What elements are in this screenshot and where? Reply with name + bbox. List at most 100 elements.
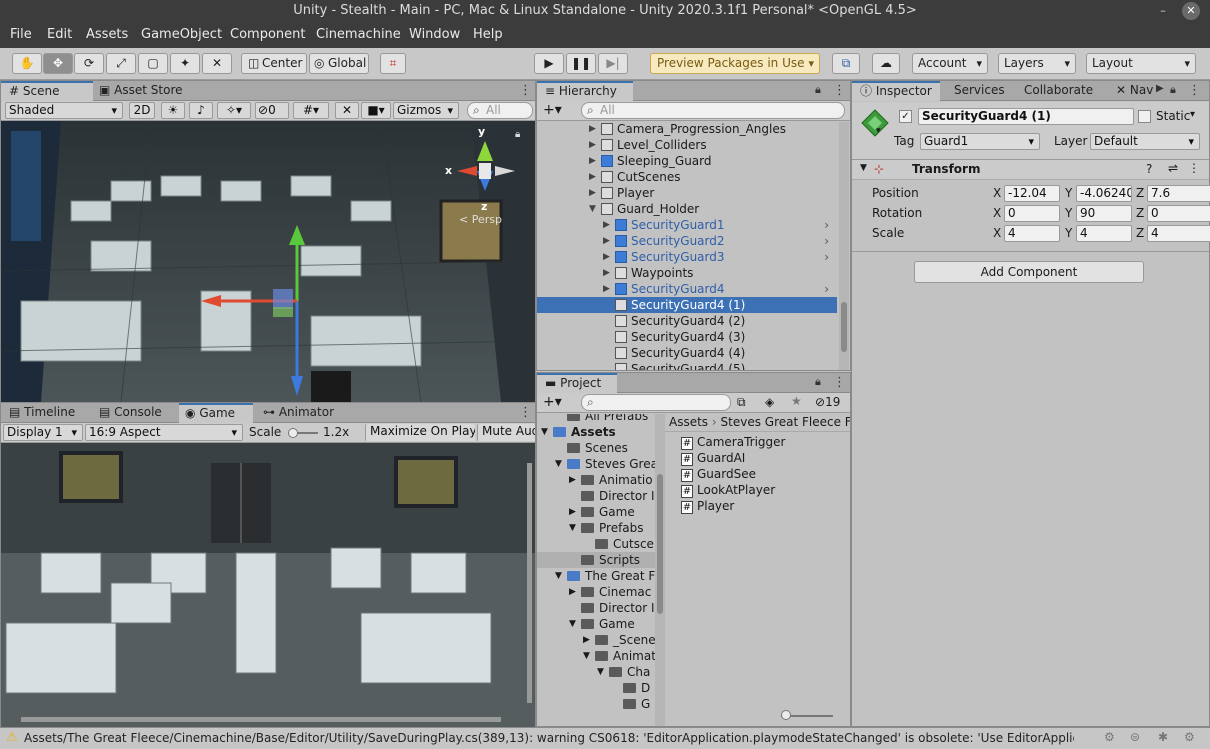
camera-icon[interactable]: ■▾ <box>361 102 391 119</box>
close-button[interactable]: ✕ <box>1182 2 1200 20</box>
layer-dropdown[interactable]: Default <box>1090 133 1200 150</box>
icon-dropdown-arrow[interactable]: ▾ <box>876 126 881 136</box>
position-z-field[interactable]: 7.6 <box>1147 185 1210 202</box>
scale-y-axis-label[interactable]: Y <box>1065 226 1072 240</box>
hand-tool-icon[interactable]: ✋ <box>12 53 42 74</box>
scale-tool-icon[interactable]: ⤢ <box>106 53 136 74</box>
expand-down-arrow-icon[interactable]: ▼ <box>583 648 590 664</box>
position-y-field[interactable]: -4.06240 <box>1076 185 1132 202</box>
hierarchy-search-input[interactable]: ⌕ All <box>581 102 845 119</box>
project-menu-icon[interactable]: ⋮ <box>833 375 846 390</box>
rotation-y-axis-label[interactable]: Y <box>1065 206 1072 220</box>
static-dropdown-icon[interactable]: ▾ <box>1190 109 1195 120</box>
expand-arrow-icon[interactable]: ▶ <box>603 217 610 233</box>
tab-services[interactable]: Services <box>948 81 1012 101</box>
project-folder-item[interactable]: ▶ Game <box>537 504 655 520</box>
project-folder-item[interactable]: G <box>537 696 655 712</box>
expand-arrow-icon[interactable]: ▶ <box>589 137 596 153</box>
prefab-open-chevron-icon[interactable]: › <box>824 233 829 249</box>
tab-timeline[interactable]: ▤ Timeline <box>1 403 89 423</box>
expand-arrow-icon[interactable]: ▶ <box>603 265 610 281</box>
component-menu-icon[interactable]: ⋮ <box>1188 161 1200 175</box>
scale-x-axis-label[interactable]: X <box>993 226 1001 240</box>
hierarchy-item[interactable]: ▶ CutScenes <box>537 169 837 185</box>
project-folder-item[interactable]: ▼ Animat <box>537 648 655 664</box>
menu-assets[interactable]: Assets <box>86 27 128 42</box>
hierarchy-item[interactable]: ▶ SecurityGuard4 › <box>537 281 837 297</box>
project-folder-item[interactable]: Director I <box>537 488 655 504</box>
scene-menu-icon[interactable]: ⋮ <box>519 83 532 98</box>
project-folder-item[interactable]: Scripts <box>537 552 655 568</box>
step-button[interactable]: ▶| <box>598 53 628 74</box>
tab-hierarchy[interactable]: ≡ Hierarchy <box>537 81 633 101</box>
expand-down-arrow-icon[interactable]: ▼ <box>555 568 562 584</box>
tools-icon[interactable]: ✕ <box>335 102 359 119</box>
scale-z-field[interactable]: 4 <box>1147 225 1210 242</box>
hierarchy-item[interactable]: ▼ Guard_Holder <box>537 201 837 217</box>
breadcrumb-assets[interactable]: Assets <box>669 415 708 429</box>
hierarchy-item[interactable]: ▶ Camera_Progression_Angles <box>537 122 837 137</box>
expand-down-arrow-icon[interactable]: ▼ <box>597 664 604 680</box>
transform-header[interactable]: ▼ ⊹ Transform ? ⇌ ⋮ <box>852 160 1209 180</box>
project-folder-item[interactable]: ▶ Cinemac <box>537 584 655 600</box>
tag-dropdown[interactable]: Guard1 <box>920 133 1040 150</box>
game-menu-icon[interactable]: ⋮ <box>519 405 532 420</box>
hierarchy-scrollbar[interactable] <box>839 122 849 370</box>
tab-inspector[interactable]: ⓘ Inspector <box>852 81 940 101</box>
menu-gameobject[interactable]: GameObject <box>141 27 222 42</box>
global-space-button[interactable]: ◎ Global <box>309 53 369 74</box>
tab-game[interactable]: ◉ Game <box>179 403 253 423</box>
rotation-x-axis-label[interactable]: X <box>993 206 1001 220</box>
menu-help[interactable]: Help <box>473 27 503 42</box>
expand-arrow-icon[interactable]: ▶ <box>603 233 610 249</box>
tab-project[interactable]: ▬ Project <box>537 373 617 393</box>
hierarchy-item[interactable]: ▶ SecurityGuard2 › <box>537 233 837 249</box>
position-x-field[interactable]: -12.04 <box>1004 185 1060 202</box>
script-file-item[interactable]: # Player <box>681 498 734 514</box>
debug-mode-icon[interactable]: ✱ <box>1158 730 1168 744</box>
preset-icon[interactable]: ⇌ <box>1168 161 1178 175</box>
lighting-icon[interactable]: ☀ <box>161 102 185 119</box>
prefab-open-chevron-icon[interactable]: › <box>824 249 829 265</box>
project-folder-item[interactable]: ▼ Cha <box>537 664 655 680</box>
scale-y-field[interactable]: 4 <box>1076 225 1132 242</box>
expand-arrow-icon[interactable]: ▶ <box>583 632 590 648</box>
hierarchy-item[interactable]: ▶ Sleeping_Guard <box>537 153 837 169</box>
hierarchy-menu-icon[interactable]: ⋮ <box>833 83 846 98</box>
menu-file[interactable]: File <box>10 27 32 42</box>
scale-x-field[interactable]: 4 <box>1004 225 1060 242</box>
lock-icon[interactable]: 🔒︎ <box>515 129 520 140</box>
rotation-y-field[interactable]: 90 <box>1076 205 1132 222</box>
project-search-input[interactable]: ⌕ <box>581 394 731 411</box>
expand-arrow-icon[interactable]: ▶ <box>569 584 576 600</box>
script-file-item[interactable]: # LookAtPlayer <box>681 482 775 498</box>
inspector-lock-icon[interactable]: 🔒︎ <box>1170 83 1176 97</box>
expand-arrow-icon[interactable]: ▶ <box>589 185 596 201</box>
expand-down-arrow-icon[interactable]: ▼ <box>569 520 576 536</box>
hierarchy-item[interactable]: SecurityGuard4 (4) <box>537 345 837 361</box>
display-dropdown[interactable]: Display 1 <box>3 424 83 441</box>
expand-down-arrow-icon[interactable]: ▼ <box>541 424 548 440</box>
expand-down-arrow-icon[interactable]: ▼ <box>569 616 576 632</box>
auto-generate-icon[interactable]: ⚙ <box>1104 730 1115 744</box>
hierarchy-item[interactable]: SecurityGuard4 (5) <box>537 361 837 370</box>
expand-down-arrow-icon[interactable]: ▼ <box>555 456 562 472</box>
transform-tool-icon[interactable]: ✦ <box>170 53 200 74</box>
project-folder-item[interactable]: ▶ Animatio <box>537 472 655 488</box>
script-file-item[interactable]: # GuardAI <box>681 450 745 466</box>
cloud-icon[interactable]: ☁ <box>872 53 900 74</box>
hierarchy-item[interactable]: ▶ SecurityGuard1 › <box>537 217 837 233</box>
expand-down-arrow-icon[interactable]: ▼ <box>589 201 596 217</box>
rotate-tool-icon[interactable]: ⟳ <box>74 53 104 74</box>
project-folder-item[interactable]: Scenes <box>537 440 655 456</box>
project-tree-scrollbar[interactable] <box>655 414 665 726</box>
mute-audio-toggle[interactable]: Mute Audi <box>477 424 535 441</box>
menu-edit[interactable]: Edit <box>47 27 72 42</box>
project-folder-item[interactable]: Director I <box>537 600 655 616</box>
hierarchy-item[interactable]: SecurityGuard4 (1) <box>537 297 837 313</box>
layout-dropdown[interactable]: Layout <box>1086 53 1196 74</box>
position-z-axis-label[interactable]: Z <box>1136 186 1144 200</box>
play-button[interactable]: ▶ <box>534 53 564 74</box>
static-checkbox[interactable] <box>1138 110 1151 123</box>
rotation-z-field[interactable]: 0 <box>1147 205 1210 222</box>
